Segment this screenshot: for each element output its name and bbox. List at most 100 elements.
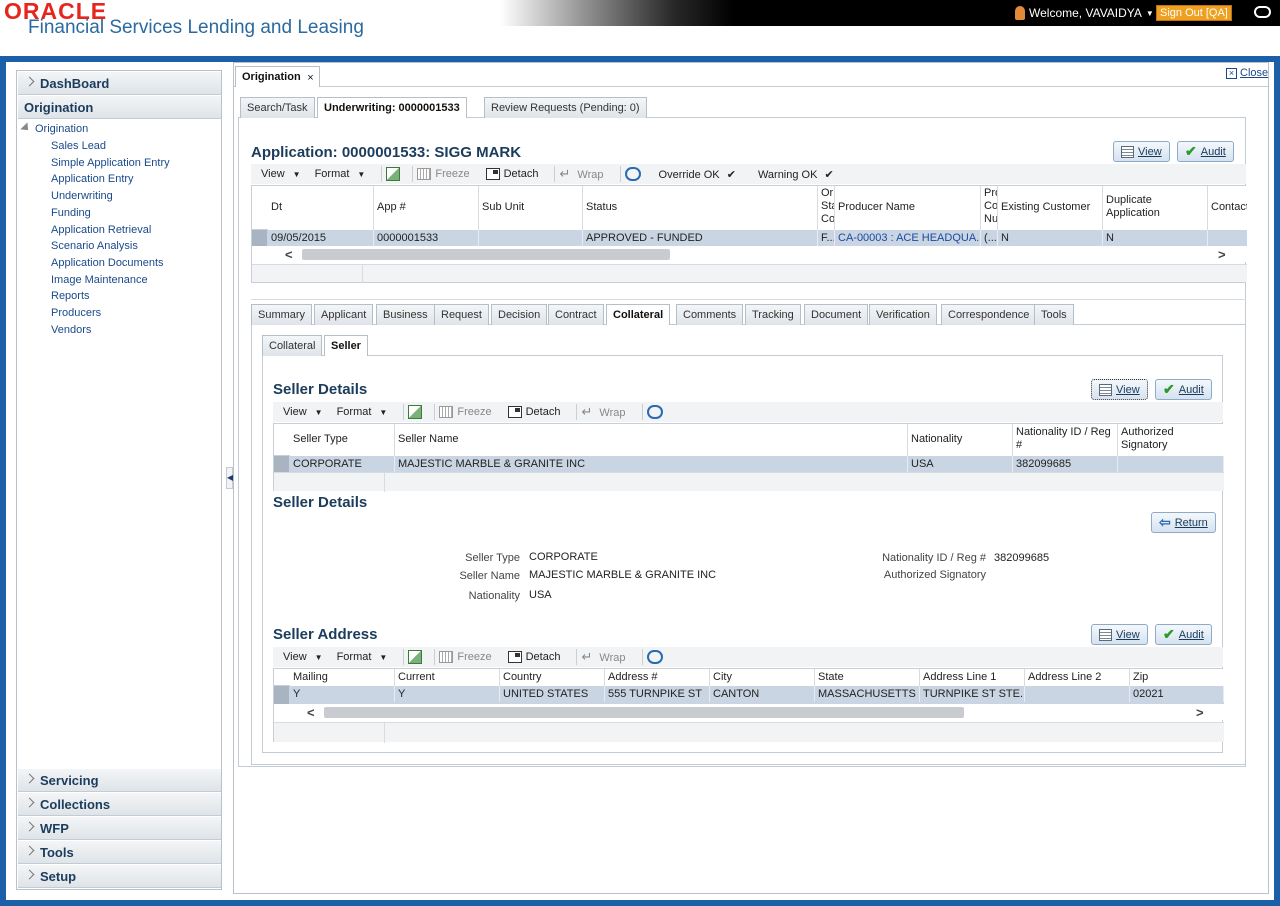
tab-document[interactable]: Document bbox=[804, 304, 869, 325]
sign-out-button[interactable]: Sign Out [QA] bbox=[1156, 5, 1232, 21]
table-row[interactable]: Y Y UNITED STATES 555 TURNPIKE ST CANTON… bbox=[274, 686, 1224, 704]
table-row[interactable]: 09/05/2015 0000001533 APPROVED - FUNDED … bbox=[252, 230, 1247, 246]
col-address-line-2[interactable]: Address Line 2 bbox=[1025, 669, 1130, 686]
sidebar-item-scenario-analysis[interactable]: Scenario Analysis bbox=[51, 240, 138, 252]
col-sub-unit[interactable]: Sub Unit bbox=[479, 186, 583, 230]
col-seller-type[interactable]: Seller Type bbox=[290, 424, 395, 456]
freeze-button[interactable]: Freeze bbox=[417, 168, 473, 181]
sidebar-item-vendors[interactable]: Vendors bbox=[51, 324, 91, 336]
tab-summary[interactable]: Summary bbox=[251, 304, 313, 325]
refresh-icon[interactable] bbox=[646, 405, 663, 419]
scroll-thumb[interactable] bbox=[302, 249, 670, 260]
row-selector[interactable] bbox=[274, 456, 289, 472]
wrap-button[interactable]: ↵ Wrap bbox=[581, 649, 629, 665]
tab-origination[interactable]: Origination × bbox=[235, 66, 320, 87]
col-mailing[interactable]: Mailing bbox=[290, 669, 395, 686]
tab-underwriting[interactable]: Underwriting: 0000001533 bbox=[317, 97, 467, 118]
app-audit-button[interactable]: ✔ Audit bbox=[1177, 141, 1234, 162]
power-icon[interactable] bbox=[1254, 6, 1271, 18]
col-address-line-1[interactable]: Address Line 1 bbox=[920, 669, 1025, 686]
address-view-button[interactable]: View bbox=[1091, 624, 1148, 645]
sidebar-item-underwriting[interactable]: Underwriting bbox=[51, 190, 113, 202]
sidebar-dashboard[interactable]: DashBoard bbox=[18, 72, 221, 95]
sidebar-item-application-retrieval[interactable]: Application Retrieval bbox=[51, 224, 151, 236]
format-icon[interactable] bbox=[408, 650, 423, 664]
scroll-thumb[interactable] bbox=[324, 707, 964, 718]
format-menu[interactable]: Format ▼ bbox=[337, 406, 392, 418]
col-nationality-id[interactable]: Nationality ID / Reg # bbox=[1013, 424, 1118, 456]
seller-view-button[interactable]: View bbox=[1091, 379, 1148, 400]
table-row[interactable]: CORPORATE MAJESTIC MARBLE & GRANITE INC … bbox=[274, 456, 1224, 472]
address-audit-button[interactable]: ✔ Audit bbox=[1155, 624, 1212, 645]
view-menu[interactable]: View ▼ bbox=[283, 651, 327, 663]
close-tab-icon[interactable]: × bbox=[307, 72, 313, 84]
sidebar-setup[interactable]: Setup bbox=[18, 865, 221, 888]
col-city[interactable]: City bbox=[710, 669, 815, 686]
tab-verification[interactable]: Verification bbox=[869, 304, 937, 325]
freeze-button[interactable]: Freeze bbox=[439, 651, 495, 664]
tab-request[interactable]: Request bbox=[434, 304, 489, 325]
detach-button[interactable]: Detach bbox=[485, 168, 543, 181]
tab-correspondence[interactable]: Correspondence bbox=[941, 304, 1037, 325]
sidebar-servicing[interactable]: Servicing bbox=[18, 769, 221, 792]
app-view-button[interactable]: View bbox=[1113, 141, 1170, 162]
sidebar-item-reports[interactable]: Reports bbox=[51, 290, 90, 302]
scroll-left-icon[interactable]: < bbox=[285, 247, 293, 262]
col-status[interactable]: Status bbox=[583, 186, 818, 230]
tab-review-requests[interactable]: Review Requests (Pending: 0) bbox=[484, 97, 647, 118]
sidebar-wfp[interactable]: WFP bbox=[18, 817, 221, 840]
freeze-button[interactable]: Freeze bbox=[439, 406, 495, 419]
sidebar-item-application-documents[interactable]: Application Documents bbox=[51, 257, 164, 269]
col-orig-status[interactable]: Ori Sta Coo bbox=[818, 186, 835, 230]
detach-button[interactable]: Detach bbox=[507, 651, 565, 664]
refresh-icon[interactable] bbox=[646, 650, 663, 664]
sidebar-item-application-entry[interactable]: Application Entry bbox=[51, 173, 134, 185]
refresh-icon[interactable] bbox=[624, 167, 641, 181]
collapse-sidebar-handle[interactable]: ◀ bbox=[226, 467, 233, 489]
col-seller-name[interactable]: Seller Name bbox=[395, 424, 908, 456]
scroll-left-icon[interactable]: < bbox=[307, 705, 315, 720]
tab-applicant[interactable]: Applicant bbox=[314, 304, 374, 325]
wrap-button[interactable]: ↵ Wrap bbox=[559, 166, 607, 182]
sidebar-item-simple-application-entry[interactable]: Simple Application Entry bbox=[51, 157, 170, 169]
tree-origination[interactable]: Origination bbox=[20, 122, 88, 135]
horizontal-scrollbar[interactable]: < > bbox=[274, 704, 1224, 720]
sidebar-tools[interactable]: Tools bbox=[18, 841, 221, 864]
tab-comments[interactable]: Comments bbox=[676, 304, 744, 325]
tab-decision[interactable]: Decision bbox=[491, 304, 548, 325]
scroll-right-icon[interactable]: > bbox=[1196, 705, 1204, 720]
format-icon[interactable] bbox=[408, 405, 423, 419]
format-menu[interactable]: Format ▼ bbox=[315, 168, 370, 180]
close-link[interactable]: × Close bbox=[1226, 67, 1268, 79]
tab-collateral[interactable]: Collateral bbox=[606, 304, 671, 325]
row-selector[interactable] bbox=[252, 230, 267, 246]
tab-tracking[interactable]: Tracking bbox=[745, 304, 801, 325]
sidebar-origination[interactable]: Origination bbox=[18, 96, 221, 119]
sidebar-item-funding[interactable]: Funding bbox=[51, 207, 91, 219]
tab-search-task[interactable]: Search/Task bbox=[240, 97, 315, 118]
scroll-right-icon[interactable]: > bbox=[1218, 247, 1226, 262]
col-nationality[interactable]: Nationality bbox=[908, 424, 1013, 456]
col-authorized-signatory[interactable]: Authorized Signatory bbox=[1118, 424, 1224, 456]
tab-tools[interactable]: Tools bbox=[1034, 304, 1074, 325]
col-current[interactable]: Current bbox=[395, 669, 500, 686]
col-contact[interactable]: Contact bbox=[1208, 186, 1247, 230]
tab-business[interactable]: Business bbox=[376, 304, 435, 325]
detach-button[interactable]: Detach bbox=[507, 406, 565, 419]
col-country[interactable]: Country bbox=[500, 669, 605, 686]
view-menu[interactable]: View ▼ bbox=[261, 168, 305, 180]
tab-inner-collateral[interactable]: Collateral bbox=[262, 335, 323, 356]
seller-audit-button[interactable]: ✔ Audit bbox=[1155, 379, 1212, 400]
col-producer-name[interactable]: Producer Name bbox=[835, 186, 981, 230]
col-existing-customer[interactable]: Existing Customer bbox=[998, 186, 1103, 230]
format-menu[interactable]: Format ▼ bbox=[337, 651, 392, 663]
sidebar-item-image-maintenance[interactable]: Image Maintenance bbox=[51, 274, 148, 286]
col-zip[interactable]: Zip bbox=[1130, 669, 1224, 686]
return-button[interactable]: ⇦ Return bbox=[1151, 512, 1216, 533]
sidebar-collections[interactable]: Collections bbox=[18, 793, 221, 816]
cell-producer-name[interactable]: CA-00003 : ACE HEADQUA... bbox=[835, 230, 981, 246]
col-app-no[interactable]: App # bbox=[374, 186, 479, 230]
tab-contract[interactable]: Contract bbox=[548, 304, 604, 325]
col-dt[interactable]: Dt bbox=[268, 186, 374, 230]
col-duplicate-application[interactable]: Duplicate Application bbox=[1103, 186, 1208, 230]
